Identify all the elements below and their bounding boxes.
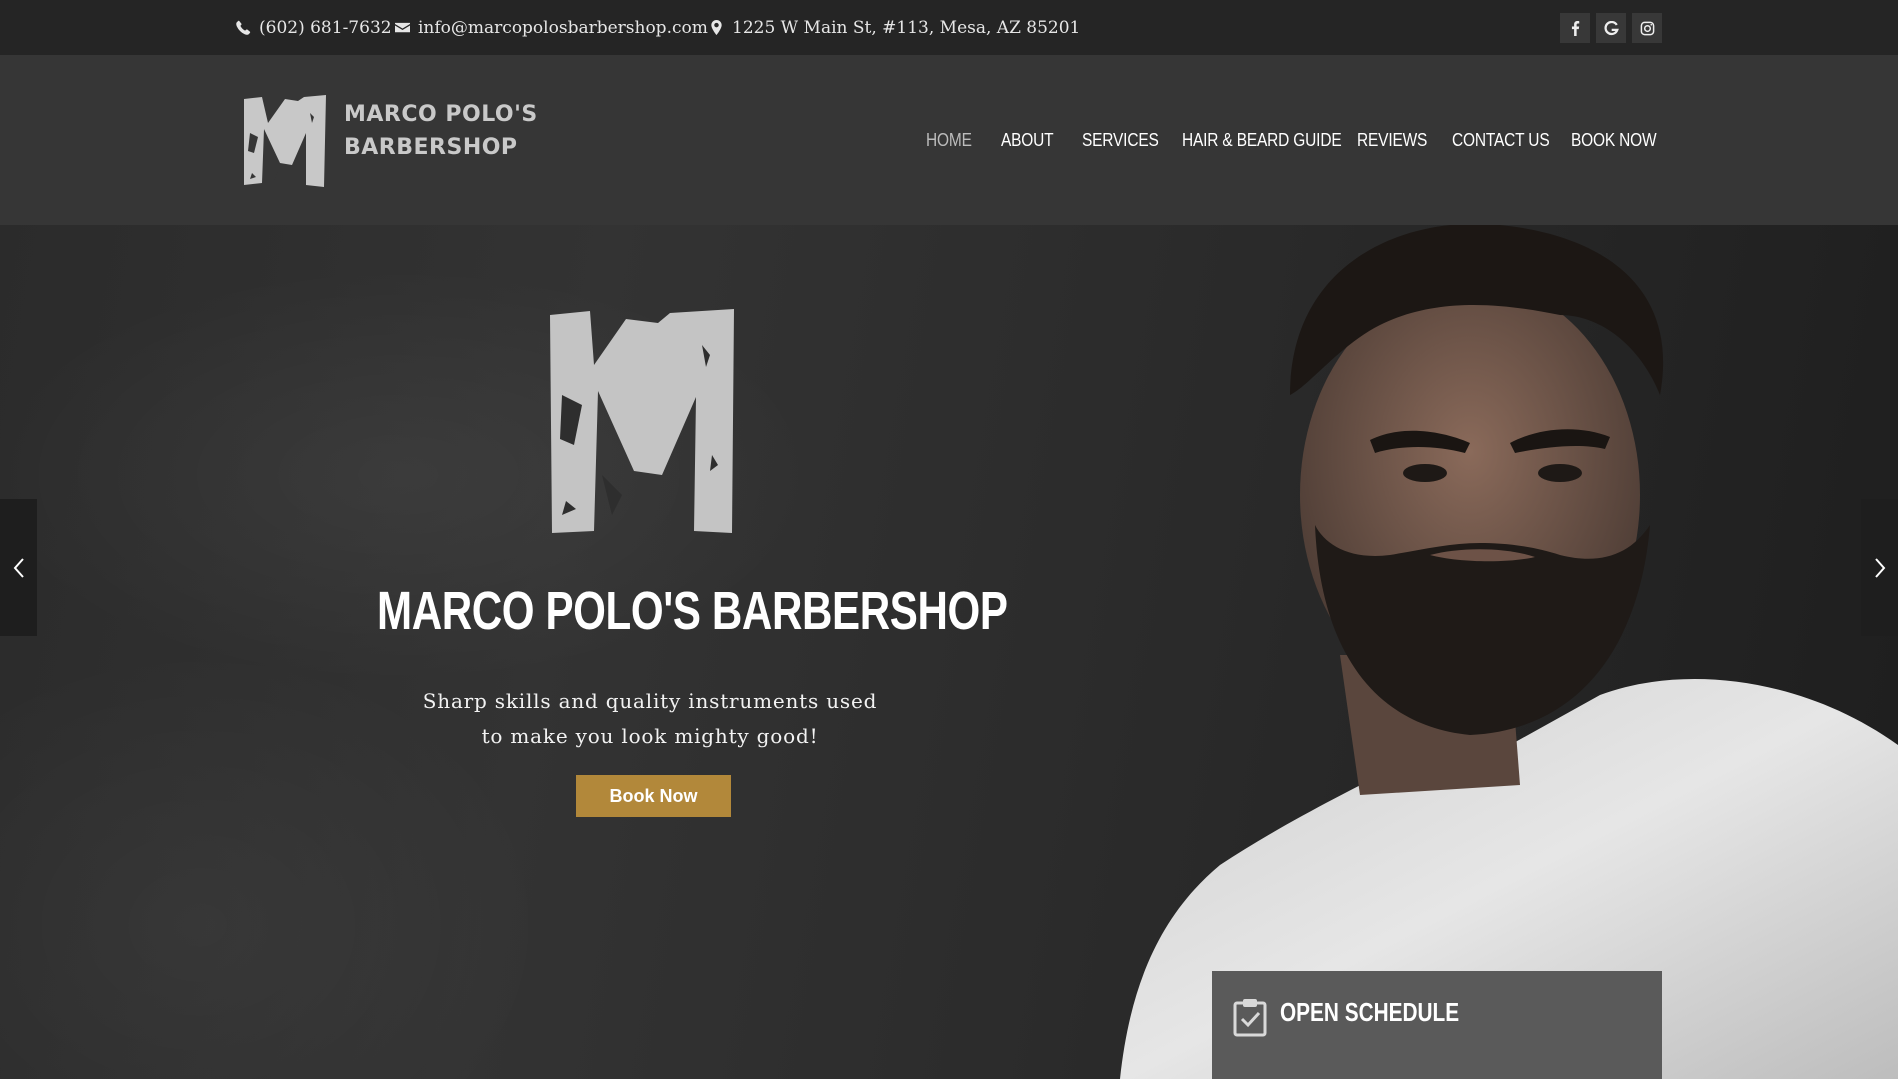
nav-about[interactable]: ABOUT	[1001, 55, 1054, 225]
address-info[interactable]: 1225 W Main St, #113, Mesa, AZ 85201	[709, 0, 1080, 55]
instagram-icon	[1640, 21, 1654, 35]
nav-home[interactable]: HOME	[926, 55, 972, 225]
hero-subtitle-line-1: Sharp skills and quality instruments use…	[422, 689, 878, 713]
nav-services[interactable]: SERVICES	[1082, 55, 1159, 225]
book-now-button[interactable]: Book Now	[576, 775, 731, 817]
hero-m-emblem	[550, 309, 734, 533]
chevron-right-icon	[1874, 557, 1885, 578]
logo-line-2: BARBERSHOP	[344, 135, 518, 160]
logo-text[interactable]: MARCO POLO'S BARBERSHOP	[344, 98, 584, 164]
google-link[interactable]	[1596, 13, 1626, 43]
hero-subtitle-line-2: to make you look mighty good!	[481, 724, 819, 748]
envelope-icon	[395, 22, 410, 33]
email-text: info@marcopolosbarbershop.com	[418, 17, 708, 38]
map-pin-icon	[711, 20, 722, 35]
nav-book-now[interactable]: BOOK NOW	[1571, 55, 1657, 225]
hero-title: MARCO POLO'S BARBERSHOP	[377, 581, 1008, 641]
phone-info[interactable]: (602) 681-7632	[236, 0, 392, 55]
nav-contact-us[interactable]: CONTACT US	[1452, 55, 1550, 225]
nav-reviews[interactable]: REVIEWS	[1357, 55, 1427, 225]
slider-prev-button[interactable]	[0, 499, 37, 636]
facebook-link[interactable]	[1560, 13, 1590, 43]
site-header: MARCO POLO'S BARBERSHOP HOME ABOUT SERVI…	[0, 55, 1898, 225]
clipboard-check-icon	[1233, 999, 1267, 1037]
slider-next-button[interactable]	[1861, 499, 1898, 636]
open-schedule-panel[interactable]: OPEN SCHEDULE	[1212, 971, 1662, 1079]
bearded-man-photo	[1120, 225, 1898, 1079]
address-text: 1225 W Main St, #113, Mesa, AZ 85201	[732, 17, 1081, 38]
hero-slider: MARCO POLO'S BARBERSHOP Sharp skills and…	[0, 225, 1898, 1079]
google-icon	[1604, 20, 1619, 35]
hero-subtitle: Sharp skills and quality instruments use…	[350, 684, 950, 754]
nav-hair-beard-guide[interactable]: HAIR & BEARD GUIDE	[1182, 55, 1342, 225]
open-schedule-label: OPEN SCHEDULE	[1280, 997, 1460, 1027]
logo-m-icon[interactable]	[240, 93, 330, 189]
phone-icon	[236, 20, 251, 35]
top-info-bar: (602) 681-7632 info@marcopolosbarbershop…	[0, 0, 1898, 55]
facebook-icon	[1571, 20, 1579, 36]
chevron-left-icon	[13, 557, 24, 578]
phone-text: (602) 681-7632	[259, 17, 392, 38]
logo-line-1: MARCO POLO'S	[344, 102, 538, 127]
email-info[interactable]: info@marcopolosbarbershop.com	[395, 0, 708, 55]
instagram-link[interactable]	[1632, 13, 1662, 43]
